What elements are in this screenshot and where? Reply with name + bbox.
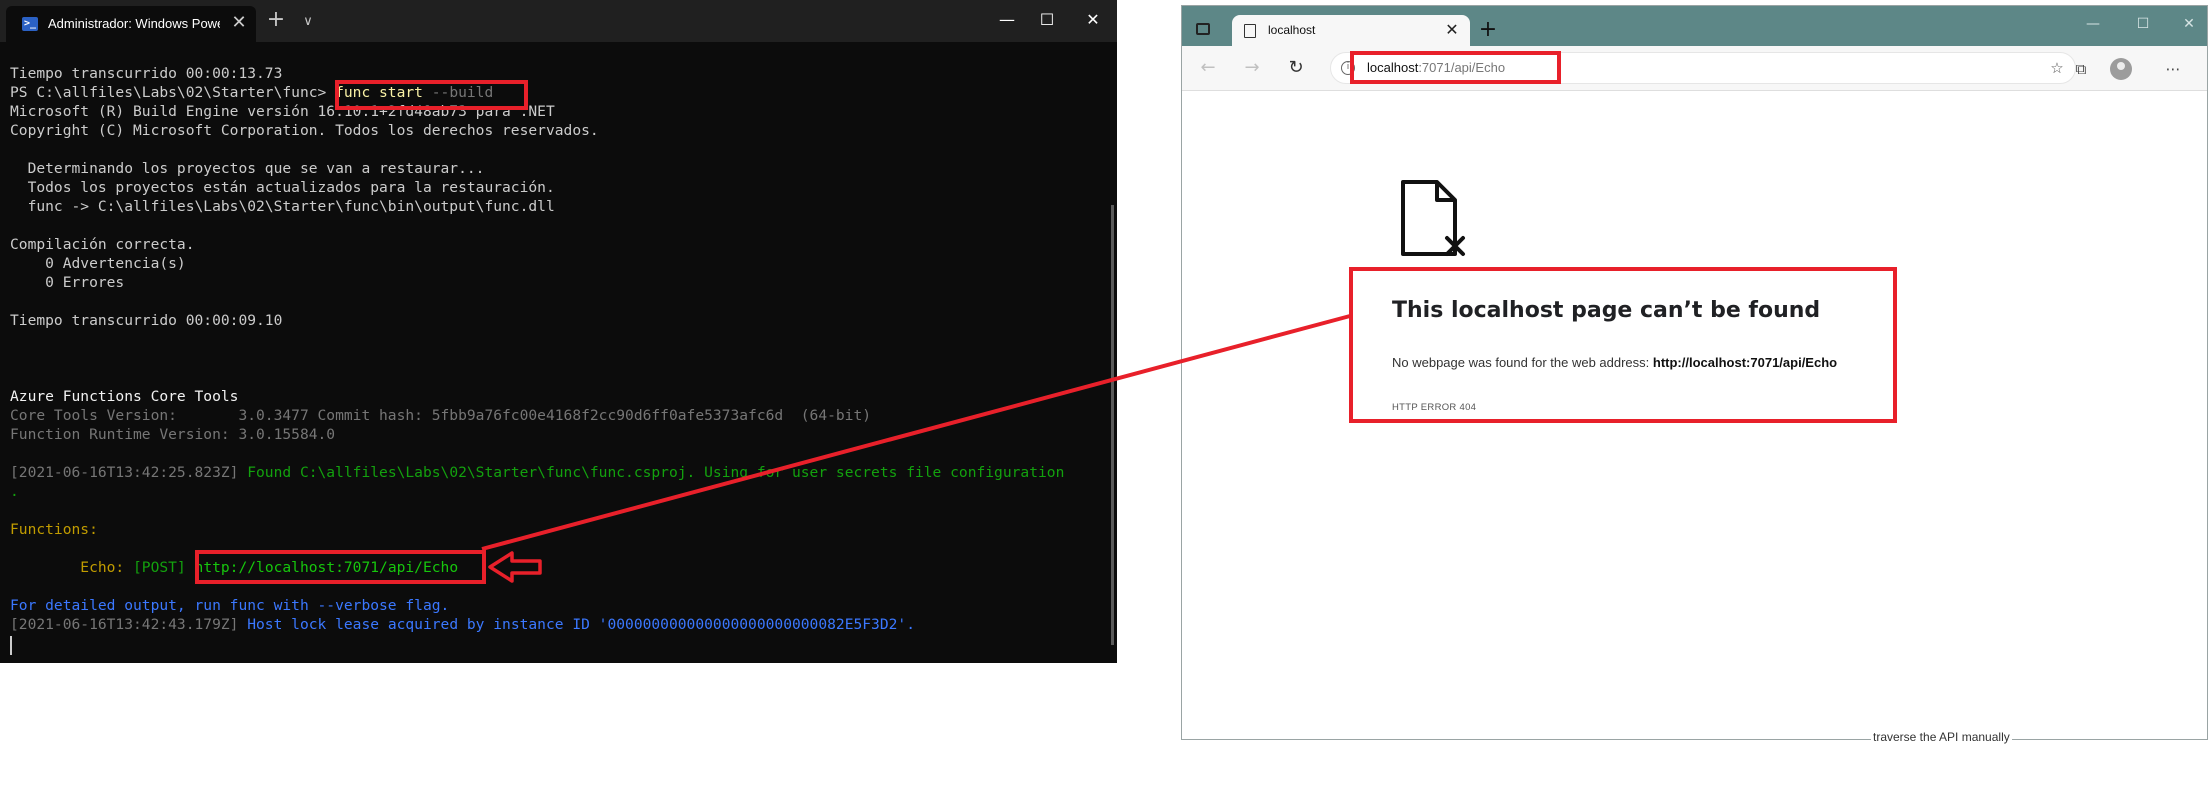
powershell-icon: >_ — [22, 17, 38, 31]
terminal-line: Echo: [POST] http://localhost:7071/api/E… — [10, 558, 1110, 577]
background-text: traverse the API manually — [1871, 730, 2012, 744]
maximize-button[interactable]: ☐ — [2128, 12, 2158, 36]
terminal-line: Tiempo transcurrido 00:00:09.10 — [10, 312, 283, 329]
terminal-tab-title: Administrador: Windows PowerShell — [48, 16, 220, 31]
scrollbar[interactable] — [1111, 205, 1114, 645]
browser-tab[interactable]: localhost ✕ — [1232, 15, 1470, 46]
terminal-line: Tiempo transcurrido 00:00:13.73 — [10, 65, 283, 82]
back-button[interactable]: ← — [1196, 56, 1220, 80]
broken-page-icon — [1401, 180, 1465, 256]
terminal-line: [2021-06-16T13:42:25.823Z] Found C:\allf… — [10, 463, 1110, 482]
terminal-line: Azure Functions Core Tools — [10, 388, 239, 405]
highlight-address — [1350, 51, 1561, 84]
terminal-line: Functions: — [10, 521, 98, 538]
close-button[interactable]: ✕ — [1078, 8, 1108, 32]
terminal-line: PS C:\allfiles\Labs\02\Starter\func> fun… — [10, 83, 1110, 102]
chevron-down-icon[interactable]: ∨ — [297, 12, 319, 32]
close-button[interactable]: ✕ — [2174, 12, 2204, 36]
log-message: Host lock lease acquired by instance ID … — [247, 616, 915, 633]
new-tab-button[interactable]: + — [265, 9, 287, 32]
log-message: Found C:\allfiles\Labs\02\Starter\func\f… — [247, 464, 1065, 481]
terminal-line: Determinando los proyectos que se van a … — [10, 160, 485, 177]
timestamp: [2021-06-16T13:42:43.179Z] — [10, 616, 248, 633]
function-method: [POST] — [133, 559, 195, 576]
timestamp: [2021-06-16T13:42:25.823Z] — [10, 464, 248, 481]
highlight-function-url — [195, 550, 486, 584]
terminal-tab[interactable]: >_ Administrador: Windows PowerShell ✕ — [6, 6, 256, 42]
function-name: Echo: — [10, 559, 134, 576]
new-tab-button[interactable]: + — [1476, 18, 1500, 42]
more-menu-icon[interactable]: ⋯ — [2162, 58, 2184, 80]
terminal-line: Compilación correcta. — [10, 236, 195, 253]
text-cursor — [10, 636, 12, 655]
terminal-line: Function Runtime Version: 3.0.15584.0 — [10, 426, 336, 443]
terminal-line: 0 Advertencia(s) — [10, 255, 186, 272]
terminal-line: Copyright (C) Microsoft Corporation. Tod… — [10, 122, 599, 139]
tab-actions-icon[interactable] — [1196, 23, 1210, 35]
browser-tab-title: localhost — [1268, 23, 1316, 37]
terminal-window: >_ Administrador: Windows PowerShell ✕ +… — [0, 0, 1117, 663]
maximize-button[interactable]: ☐ — [1032, 8, 1062, 32]
avatar[interactable] — [2110, 58, 2132, 80]
terminal-line: For detailed output, run func with --ver… — [10, 597, 450, 614]
terminal-line: Microsoft (R) Build Engine versión 16.10… — [10, 103, 555, 120]
forward-button[interactable]: → — [1240, 56, 1264, 80]
highlight-error-message — [1349, 267, 1897, 423]
terminal-titlebar: >_ Administrador: Windows PowerShell ✕ +… — [0, 0, 1117, 42]
favorite-star-icon[interactable]: ☆ — [2047, 58, 2067, 78]
terminal-line: Core Tools Version: 3.0.3477 Commit hash… — [10, 407, 872, 424]
terminal-line: Todos los proyectos están actualizados p… — [10, 179, 555, 196]
browser-titlebar: localhost ✕ + — ☐ ✕ — [1182, 6, 2207, 46]
collections-icon[interactable]: ⧉ — [2070, 58, 2092, 80]
terminal-line: 0 Errores — [10, 274, 125, 291]
page-icon — [1244, 24, 1256, 38]
close-icon[interactable]: ✕ — [1442, 19, 1462, 41]
minimize-button[interactable]: — — [992, 8, 1022, 32]
highlight-command — [335, 80, 528, 110]
terminal-line: func -> C:\allfiles\Labs\02\Starter\func… — [10, 198, 555, 215]
browser-toolbar: ← → ↻ i localhost:7071/api/Echo ☆ ⧉ ⋯ — [1182, 46, 2207, 91]
terminal-line: [2021-06-16T13:42:43.179Z] Host lock lea… — [10, 615, 1110, 634]
terminal-output[interactable]: Tiempo transcurrido 00:00:13.73 PS C:\al… — [10, 64, 1110, 634]
prompt: PS C:\allfiles\Labs\02\Starter\func> — [10, 84, 336, 101]
close-icon[interactable]: ✕ — [228, 12, 250, 34]
terminal-line: . — [10, 483, 19, 500]
minimize-button[interactable]: — — [2078, 12, 2108, 36]
reload-button[interactable]: ↻ — [1284, 56, 1308, 80]
